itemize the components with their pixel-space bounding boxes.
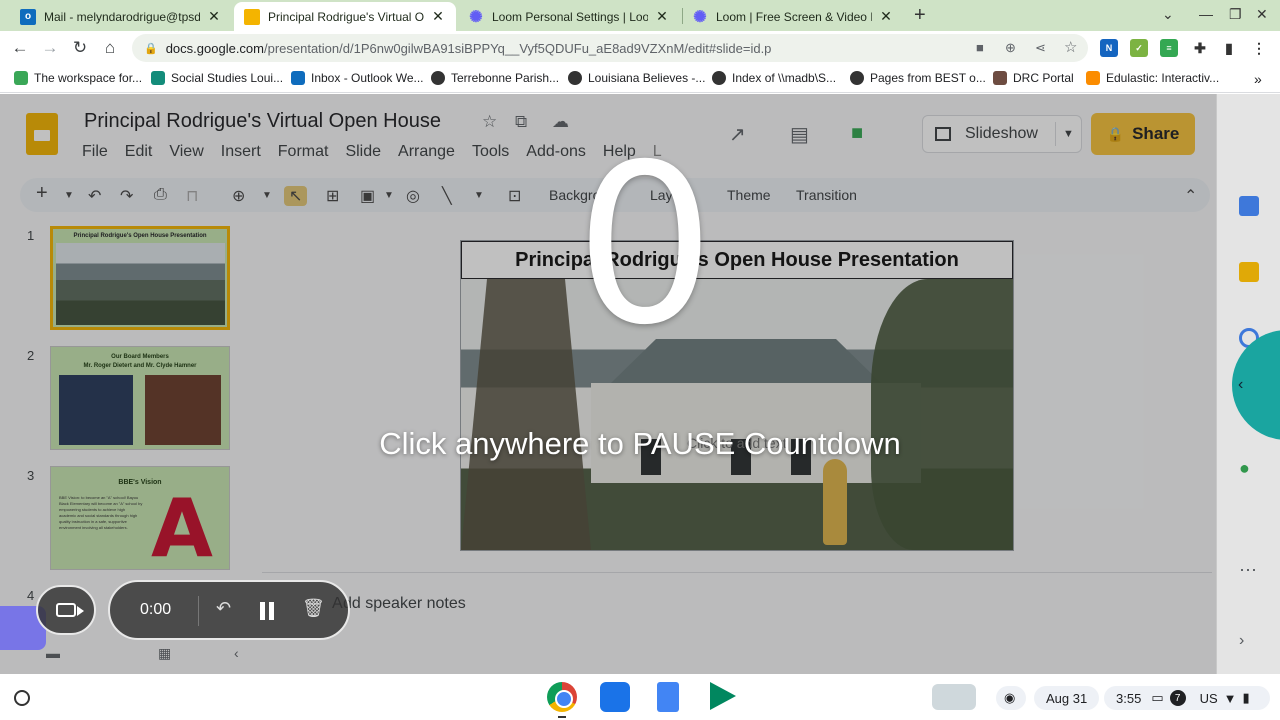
close-icon[interactable]: ✕	[206, 8, 222, 25]
home-icon[interactable]: ⌂	[99, 37, 121, 59]
edulastic-icon	[1086, 71, 1100, 85]
play-store-icon[interactable]	[710, 682, 736, 710]
back-icon[interactable]: ←	[9, 37, 31, 59]
wifi-icon: ▼	[1223, 690, 1237, 706]
outlook-icon: o	[20, 8, 36, 25]
bookmark-best[interactable]: Pages from BEST o...	[850, 71, 986, 85]
tab-slides[interactable]: Principal Rodrigue's Virtual Open House …	[234, 2, 456, 31]
url-host: docs.google.com	[165, 40, 264, 56]
battery-icon: ▮	[1242, 690, 1250, 705]
active-app-indicator	[558, 716, 566, 718]
tab-mail[interactable]: o Mail - melyndarodrigue@tpsd.org ✕	[10, 2, 232, 31]
tab-title: Principal Rodrigue's Virtual Open House	[268, 9, 424, 24]
close-icon[interactable]: ✕	[878, 8, 894, 25]
zoom-icon[interactable]: ⊕	[1005, 40, 1016, 56]
chevron-left-icon: ‹	[1238, 376, 1244, 393]
new-tab-button[interactable]: +	[914, 4, 926, 27]
bookmarks-bar: The workspace for... Social Studies Loui…	[0, 65, 1280, 93]
tab-title: Loom | Free Screen & Video Recording	[716, 9, 872, 24]
slides-icon	[244, 8, 260, 25]
files-icon[interactable]	[600, 682, 630, 712]
window-close-icon[interactable]: ✕	[1256, 6, 1268, 23]
bookmark-drc-portal[interactable]: DRC Portal	[993, 71, 1074, 85]
bookmark-madb-index[interactable]: Index of \\madb\S...	[712, 71, 836, 85]
pause-icon[interactable]	[260, 602, 274, 620]
extensions-puzzle-icon[interactable]: ✚	[1191, 39, 1209, 57]
minimize-icon[interactable]: —	[1199, 6, 1213, 22]
loom-icon: ✺	[469, 8, 483, 26]
holding-space-icon[interactable]	[932, 684, 976, 710]
os-shelf: ◉ Aug 31 3:55 ▭ 7 US ▼ ▮	[0, 674, 1280, 720]
divider	[198, 596, 199, 626]
outlook-icon	[291, 71, 305, 85]
recording-timer: 0:00	[140, 601, 172, 618]
loom-camera-button[interactable]	[36, 585, 96, 635]
lock-icon: 🔒	[144, 42, 158, 55]
site-icon	[151, 71, 165, 85]
chrome-icon[interactable]	[547, 682, 577, 712]
locale: US	[1199, 690, 1218, 706]
restart-icon[interactable]: ↶	[216, 598, 231, 619]
tab-loom-settings[interactable]: ✺ Loom Personal Settings | Loom ✕	[458, 2, 680, 31]
tab-title: Mail - melyndarodrigue@tpsd.org	[44, 9, 200, 24]
tab-strip: o Mail - melyndarodrigue@tpsd.org ✕ Prin…	[0, 0, 1280, 31]
reload-icon[interactable]: ↻	[69, 37, 91, 59]
globe-icon	[850, 71, 864, 85]
bookmark-star-icon[interactable]: ☆	[1064, 38, 1077, 56]
bookmark-outlook[interactable]: Inbox - Outlook We...	[291, 71, 424, 85]
camera-icon	[56, 603, 84, 617]
pause-countdown-hint[interactable]: Click anywhere to PAUSE Countdown	[300, 426, 980, 462]
side-panel-icon[interactable]: ▮	[1220, 39, 1238, 57]
share-page-icon[interactable]: ⋖	[1035, 40, 1046, 56]
date-pill[interactable]: Aug 31	[1034, 686, 1100, 710]
bookmark-edulastic[interactable]: Edulastic: Interactiv...	[1086, 71, 1219, 85]
drc-icon	[993, 71, 1007, 85]
more-menu-icon[interactable]: ⋮	[1250, 39, 1268, 57]
loom-icon: ✺	[693, 8, 707, 26]
extension-green-icon[interactable]: ✓	[1130, 39, 1148, 57]
camera-icon[interactable]: ■	[976, 40, 984, 55]
notification-count: 7	[1169, 690, 1186, 706]
launcher-icon[interactable]	[14, 690, 30, 706]
screen-capture-icon[interactable]: ◉	[996, 686, 1026, 710]
bookmark-terrebonne[interactable]: Terrebonne Parish...	[431, 71, 559, 85]
loom-control-bar: 0:00 ↶ 🗑	[108, 580, 350, 640]
globe-icon	[712, 71, 726, 85]
countdown-number: 0	[575, 117, 715, 373]
globe-icon	[568, 71, 582, 85]
close-icon[interactable]: ✕	[654, 8, 670, 25]
tab-loom-recording[interactable]: ✺ Loom | Free Screen & Video Recording ✕	[682, 2, 904, 31]
address-bar[interactable]: 🔒 docs.google.com /presentation/d/1P6nw0…	[132, 34, 1088, 62]
screen-icon: ▭	[1151, 690, 1164, 705]
url-path: /presentation/d/1P6nw0gilwBA91siBPPYq__V…	[263, 40, 772, 56]
maximize-icon[interactable]: ❐	[1229, 6, 1242, 23]
tab-title: Loom Personal Settings | Loom	[492, 9, 648, 24]
clock: 3:55	[1116, 690, 1142, 706]
extension-form-icon[interactable]: ≡	[1160, 39, 1178, 57]
bookmarks-overflow-button[interactable]: »	[1254, 71, 1262, 87]
bookmark-workspace[interactable]: The workspace for...	[14, 71, 142, 85]
extension-new-icon[interactable]: N	[1100, 39, 1118, 57]
date: Aug 31	[1046, 690, 1088, 706]
delete-icon[interactable]: 🗑	[302, 598, 325, 619]
bookmark-social-studies[interactable]: Social Studies Loui...	[151, 71, 283, 85]
close-icon[interactable]: ✕	[430, 8, 446, 25]
status-tray[interactable]: 3:55 ▭ 7 US ▼ ▮	[1104, 686, 1270, 710]
bookmark-louisiana-believes[interactable]: Louisiana Believes -...	[568, 71, 705, 85]
docs-icon[interactable]	[657, 682, 679, 712]
browser-toolbar: ← → ↻ ⌂ 🔒 docs.google.com /presentation/…	[0, 31, 1280, 65]
tab-search-icon[interactable]: ⌄	[1162, 6, 1174, 23]
forward-icon[interactable]: →	[39, 37, 61, 59]
globe-icon	[431, 71, 445, 85]
workspace-icon	[14, 71, 28, 85]
